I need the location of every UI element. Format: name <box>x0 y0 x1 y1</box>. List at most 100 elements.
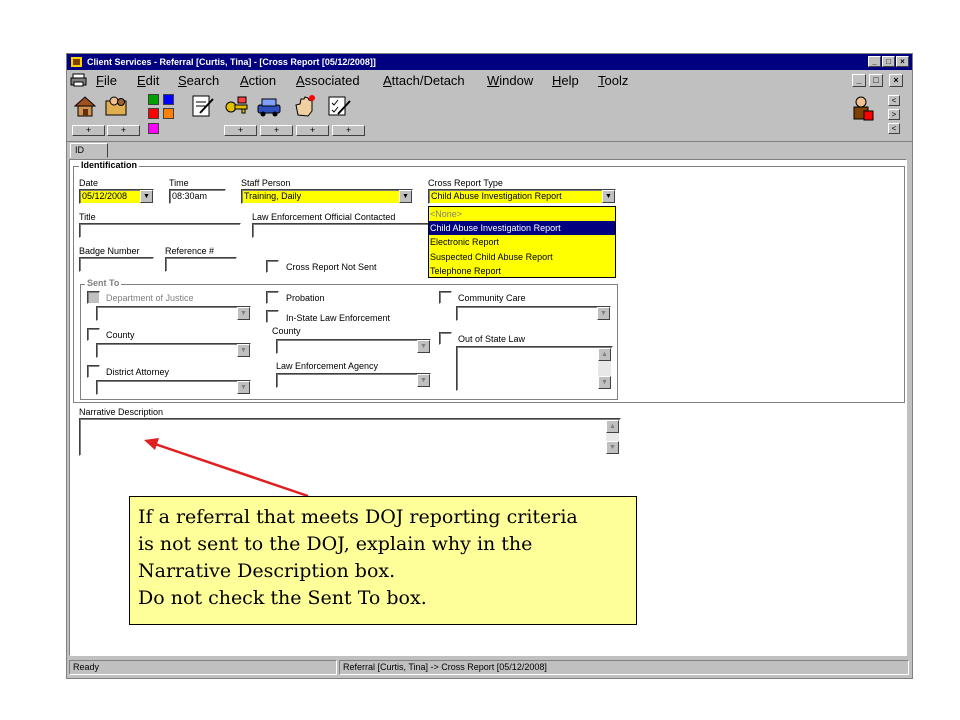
narrative-scroll-down-icon[interactable]: ▼ <box>606 441 619 454</box>
county-dropdown-icon[interactable]: ▼ <box>237 344 250 357</box>
staff-person-dropdown-icon[interactable]: ▼ <box>399 190 412 203</box>
cross-report-type-list[interactable]: <None> Child Abuse Investigation Report … <box>428 206 616 278</box>
person-icon[interactable] <box>849 95 877 123</box>
department-of-justice-checkbox[interactable] <box>87 291 100 304</box>
badge-number-label: Badge Number <box>79 246 140 256</box>
menu-help[interactable]: Help <box>552 73 579 88</box>
in-state-county-dropdown-icon[interactable]: ▼ <box>417 340 430 353</box>
county-label: County <box>106 330 135 340</box>
red-swatch-icon[interactable] <box>148 108 159 119</box>
printer-icon[interactable] <box>70 73 87 87</box>
out-of-state-law-list[interactable]: ▲ ▼ <box>456 346 613 391</box>
narrative-scroll-up-icon[interactable]: ▲ <box>606 420 619 433</box>
blue-swatch-icon[interactable] <box>163 94 174 105</box>
menu-search[interactable]: Search <box>178 73 219 88</box>
cross-report-not-sent-checkbox[interactable] <box>266 260 279 273</box>
cross-report-type-select[interactable]: Child Abuse Investigation Report ▼ <box>428 189 616 204</box>
doj-dropdown-icon[interactable]: ▼ <box>237 307 250 320</box>
menu-associated[interactable]: Associated <box>296 73 360 88</box>
collapse-button[interactable]: < <box>888 123 900 134</box>
scroll-right-button[interactable]: > <box>888 109 900 120</box>
cross-report-type-value: Child Abuse Investigation Report <box>431 191 562 201</box>
house-icon[interactable] <box>72 93 98 119</box>
green-swatch-icon[interactable] <box>148 94 159 105</box>
law-enforcement-agency-select[interactable]: ▼ <box>276 373 431 388</box>
scroll-down-icon[interactable]: ▼ <box>598 376 611 389</box>
orange-swatch-icon[interactable] <box>163 108 174 119</box>
time-field[interactable]: 08:30am <box>169 189 226 204</box>
district-attorney-label: District Attorney <box>106 367 170 377</box>
tab-strip: ID <box>67 142 912 158</box>
option-electronic-report[interactable]: Electronic Report <box>429 235 615 249</box>
department-of-justice-select[interactable]: ▼ <box>96 306 251 321</box>
date-value: 05/12/2008 <box>82 191 128 201</box>
status-bar: Ready Referral [Curtis, Tina] -> Cross R… <box>67 657 912 677</box>
add-button-5[interactable]: + <box>296 125 329 136</box>
probation-checkbox[interactable] <box>266 291 279 304</box>
add-button-3[interactable]: + <box>224 125 257 136</box>
county-select[interactable]: ▼ <box>96 343 251 358</box>
community-care-checkbox[interactable] <box>439 291 452 304</box>
checklist-icon[interactable] <box>326 93 352 119</box>
date-dropdown-icon[interactable]: ▼ <box>140 190 153 203</box>
narrative-description-label: Narrative Description <box>79 407 164 417</box>
law-enforcement-agency-dropdown-icon[interactable]: ▼ <box>417 374 430 387</box>
date-label: Date <box>79 178 99 188</box>
badge-number-field[interactable] <box>79 257 154 272</box>
staff-person-select[interactable]: Training, Daily ▼ <box>241 189 413 204</box>
district-attorney-select[interactable]: ▼ <box>96 380 251 395</box>
mdi-restore-button[interactable]: □ <box>869 74 883 87</box>
narrative-description-field[interactable]: ▲ ▼ <box>79 418 621 456</box>
law-enforcement-official-field[interactable] <box>252 223 430 238</box>
status-text: Ready <box>69 660 337 675</box>
add-button-6[interactable]: + <box>332 125 365 136</box>
menu-attach-detach[interactable]: Attach/Detach <box>383 73 465 88</box>
close-button[interactable]: × <box>896 56 909 67</box>
community-care-dropdown-icon[interactable]: ▼ <box>597 307 610 320</box>
key-icon[interactable] <box>224 93 250 119</box>
scroll-up-icon[interactable]: ▲ <box>598 348 611 361</box>
option-none[interactable]: <None> <box>429 207 615 221</box>
in-state-law-checkbox[interactable] <box>266 310 279 323</box>
date-field[interactable]: 05/12/2008 ▼ <box>79 189 154 204</box>
menu-toolz[interactable]: Toolz <box>598 73 628 88</box>
maximize-button[interactable]: □ <box>882 56 895 67</box>
cross-report-type-dropdown-icon[interactable]: ▼ <box>602 190 615 203</box>
probation-label: Probation <box>286 293 325 303</box>
option-telephone-report[interactable]: Telephone Report <box>429 264 615 278</box>
status-breadcrumb: Referral [Curtis, Tina] -> Cross Report … <box>339 660 909 675</box>
district-attorney-dropdown-icon[interactable]: ▼ <box>237 381 250 394</box>
sent-to-title: Sent To <box>85 278 122 288</box>
option-suspected-child-abuse-report[interactable]: Suspected Child Abuse Report <box>429 250 615 264</box>
menu-edit[interactable]: Edit <box>137 73 159 88</box>
hand-icon[interactable] <box>292 93 318 119</box>
in-state-county-select[interactable]: ▼ <box>276 339 431 354</box>
out-of-state-scrollbar[interactable]: ▲ ▼ <box>598 348 611 389</box>
option-child-abuse-investigation-report[interactable]: Child Abuse Investigation Report <box>429 221 615 236</box>
minimize-button[interactable]: _ <box>868 56 881 67</box>
scroll-left-button[interactable]: < <box>888 95 900 106</box>
district-attorney-checkbox[interactable] <box>87 365 100 378</box>
mdi-minimize-button[interactable]: _ <box>852 74 866 87</box>
title-field[interactable] <box>79 223 241 238</box>
staff-person-value: Training, Daily <box>244 191 302 201</box>
title-bar: Client Services - Referral [Curtis, Tina… <box>67 54 912 70</box>
car-icon[interactable] <box>256 93 282 119</box>
add-button-2[interactable]: + <box>107 125 140 136</box>
folder-people-icon[interactable] <box>104 93 130 119</box>
menu-action[interactable]: Action <box>240 73 276 88</box>
out-of-state-law-checkbox[interactable] <box>439 332 452 345</box>
county-checkbox[interactable] <box>87 328 100 341</box>
reference-field[interactable] <box>165 257 237 272</box>
magenta-swatch-icon[interactable] <box>148 123 159 134</box>
mdi-close-button[interactable]: × <box>889 74 903 87</box>
menu-file[interactable]: File <box>96 73 117 88</box>
app-icon <box>71 57 82 67</box>
community-care-select[interactable]: ▼ <box>456 306 611 321</box>
tab-id[interactable]: ID <box>70 143 108 158</box>
notepad-icon[interactable] <box>190 93 216 119</box>
add-button-1[interactable]: + <box>72 125 105 136</box>
menu-window[interactable]: Window <box>487 73 533 88</box>
narrative-scrollbar[interactable]: ▲ ▼ <box>606 420 619 454</box>
add-button-4[interactable]: + <box>260 125 293 136</box>
